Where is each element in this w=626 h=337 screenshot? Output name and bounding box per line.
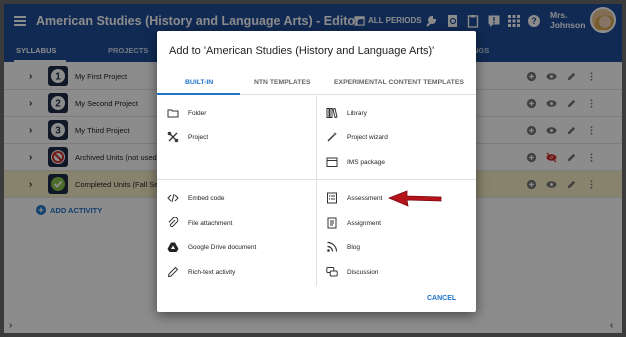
library-icon — [326, 107, 338, 119]
add-content-dialog: Add to 'American Studies (History and La… — [157, 31, 476, 312]
option-label: Project wizard — [347, 133, 388, 141]
editor-window: American Studies (History and Language A… — [0, 0, 626, 337]
option-label: Assessment — [347, 194, 383, 202]
active-dialog-tab-indicator — [157, 93, 240, 95]
option-label: Discussion — [347, 268, 379, 276]
dialog-tabs: BUILT-IN NTN TEMPLATES EXPERIMENTAL CONT… — [157, 71, 476, 95]
option-rich-text-activity[interactable]: Rich-text activity — [167, 264, 235, 280]
option-label: Google Drive document — [188, 243, 257, 251]
option-ims-package[interactable]: IMS package — [326, 154, 385, 170]
tab-built-in[interactable]: BUILT-IN — [185, 79, 213, 86]
option-label: Project — [188, 133, 209, 141]
google-drive-icon — [167, 242, 179, 252]
column-divider — [316, 96, 317, 286]
option-assignment[interactable]: Assignment — [326, 215, 381, 231]
option-blog[interactable]: Blog — [326, 239, 360, 255]
option-label: Library — [347, 109, 367, 117]
assessment-icon — [327, 192, 337, 204]
dialog-title: Add to 'American Studies (History and La… — [169, 45, 435, 57]
option-label: Folder — [188, 109, 207, 117]
project-icon — [167, 131, 179, 143]
paperclip-icon — [168, 217, 179, 228]
section-divider — [157, 179, 476, 180]
option-embed-code[interactable]: Embed code — [167, 190, 225, 206]
package-icon — [326, 157, 338, 167]
option-label: Assignment — [347, 219, 381, 227]
option-file-attachment[interactable]: File attachment — [167, 215, 232, 231]
annotation-arrow-icon — [387, 190, 442, 207]
wand-icon — [327, 132, 337, 142]
assignment-icon — [327, 217, 337, 229]
option-discussion[interactable]: Discussion — [326, 264, 378, 280]
blog-icon — [327, 241, 338, 252]
code-icon — [167, 193, 179, 203]
option-label: Embed code — [188, 194, 225, 202]
option-project-wizard[interactable]: Project wizard — [326, 129, 388, 145]
option-google-drive-document[interactable]: Google Drive document — [167, 239, 256, 255]
option-project[interactable]: Project — [167, 129, 208, 145]
pencil-icon — [167, 266, 179, 278]
option-label: IMS package — [347, 158, 385, 166]
cancel-button[interactable]: CANCEL — [427, 295, 456, 302]
option-label: File attachment — [188, 219, 233, 227]
folder-icon — [167, 109, 179, 118]
tab-ntn-templates[interactable]: NTN TEMPLATES — [254, 79, 311, 86]
discussion-icon — [326, 267, 338, 277]
option-label: Rich-text activity — [188, 268, 236, 276]
option-folder[interactable]: Folder — [167, 105, 206, 121]
option-assessment[interactable]: Assessment — [326, 190, 382, 206]
option-label: Blog — [347, 243, 361, 251]
option-library[interactable]: Library — [326, 105, 367, 121]
tab-experimental-content-templates[interactable]: EXPERIMENTAL CONTENT TEMPLATES — [334, 79, 464, 86]
